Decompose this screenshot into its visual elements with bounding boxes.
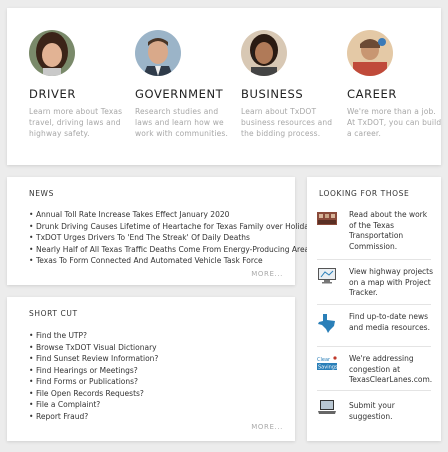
news-card: NEWS Annual Toll Rate Increase Takes Eff… [7, 177, 317, 285]
commission-icon [317, 211, 337, 227]
persona-career[interactable]: CAREER We're more than a job. At TxDOT, … [347, 30, 447, 139]
personas-card: DRIVER Learn more about Texas travel, dr… [7, 8, 441, 165]
government-title[interactable]: GOVERNMENT [135, 87, 235, 101]
texas-map-icon [317, 313, 337, 333]
laptop-suggestion-icon [317, 399, 337, 415]
news-item[interactable]: Drunk Driving Causes Lifetime of Heartac… [29, 221, 317, 233]
shortcut-item[interactable]: Report Fraud? [29, 411, 158, 423]
divider [317, 304, 431, 305]
looking-for-card: LOOKING FOR THOSE Read about the work of… [307, 177, 441, 441]
news-heading: NEWS [29, 189, 54, 198]
persona-driver[interactable]: DRIVER Learn more about Texas travel, dr… [29, 30, 129, 139]
career-title[interactable]: CAREER [347, 87, 447, 101]
clear-lanes-icon: Clear Savings [317, 355, 338, 371]
shortcut-heading: SHORT CUT [29, 309, 78, 318]
persona-business[interactable]: BUSINESS Learn about TxDOT business reso… [241, 30, 341, 139]
shortcut-item[interactable]: Browse TxDOT Visual Dictionary [29, 342, 158, 354]
looking-item-project-tracker[interactable]: View highway projects on a map with Proj… [317, 267, 435, 299]
looking-item-text: View highway projects on a map with Proj… [349, 267, 434, 297]
looking-item-commission[interactable]: Read about the work of the Texas Transpo… [317, 210, 435, 252]
news-item[interactable]: Annual Toll Rate Increase Takes Effect J… [29, 209, 317, 221]
svg-text:Savings: Savings [318, 365, 337, 371]
shortcut-item[interactable]: Find the UTP? [29, 330, 158, 342]
project-tracker-icon [317, 268, 337, 284]
svg-text:Clear: Clear [317, 357, 331, 363]
news-item[interactable]: TxDOT Urges Drivers To 'End The Streak' … [29, 232, 317, 244]
divider [317, 346, 431, 347]
looking-item-text: Submit your suggestion. [349, 401, 395, 421]
divider [317, 259, 431, 260]
driver-description: Learn more about Texas travel, driving l… [29, 107, 123, 138]
shortcut-item[interactable]: Find Hearings or Meetings? [29, 365, 158, 377]
business-title[interactable]: BUSINESS [241, 87, 341, 101]
career-avatar[interactable] [347, 30, 393, 76]
shortcut-card: SHORT CUT Find the UTP? Browse TxDOT Vis… [7, 297, 295, 441]
looking-item-text: Find up-to-date news and media resources… [349, 312, 430, 332]
persona-government[interactable]: GOVERNMENT Research studies and laws and… [135, 30, 235, 139]
driver-title[interactable]: DRIVER [29, 87, 129, 101]
career-description: We're more than a job. At TxDOT, you can… [347, 107, 442, 138]
shortcut-item[interactable]: Find Forms or Publications? [29, 376, 158, 388]
news-more-link[interactable]: MORE... [251, 270, 283, 278]
business-avatar[interactable] [241, 30, 287, 76]
shortcut-item[interactable]: Find Sunset Review Information? [29, 353, 158, 365]
shortcut-item[interactable]: File Open Records Requests? [29, 388, 158, 400]
news-item[interactable]: Nearly Half of All Texas Traffic Deaths … [29, 244, 317, 256]
business-description: Learn about TxDOT business resources and… [241, 107, 333, 138]
looking-item-news-media[interactable]: Find up-to-date news and media resources… [317, 312, 435, 333]
shortcut-more-link[interactable]: MORE... [251, 423, 283, 431]
shortcut-item[interactable]: File a Complaint? [29, 399, 158, 411]
news-item[interactable]: Texas To Form Connected And Automated Ve… [29, 255, 317, 267]
looking-item-text: Read about the work of the Texas Transpo… [349, 210, 428, 251]
divider [317, 390, 431, 391]
government-description: Research studies and laws and learn how … [135, 107, 228, 138]
looking-item-suggestion[interactable]: Submit your suggestion. [317, 398, 435, 422]
looking-heading: LOOKING FOR THOSE [319, 189, 410, 198]
news-list: Annual Toll Rate Increase Takes Effect J… [29, 209, 317, 267]
driver-avatar[interactable] [29, 30, 75, 76]
looking-item-text: We're addressing congestion at TexasClea… [349, 354, 433, 384]
shortcut-list: Find the UTP? Browse TxDOT Visual Dictio… [29, 330, 158, 422]
looking-item-clear-lanes[interactable]: Clear Savings We're addressing congestion… [317, 354, 435, 386]
government-avatar[interactable] [135, 30, 181, 76]
